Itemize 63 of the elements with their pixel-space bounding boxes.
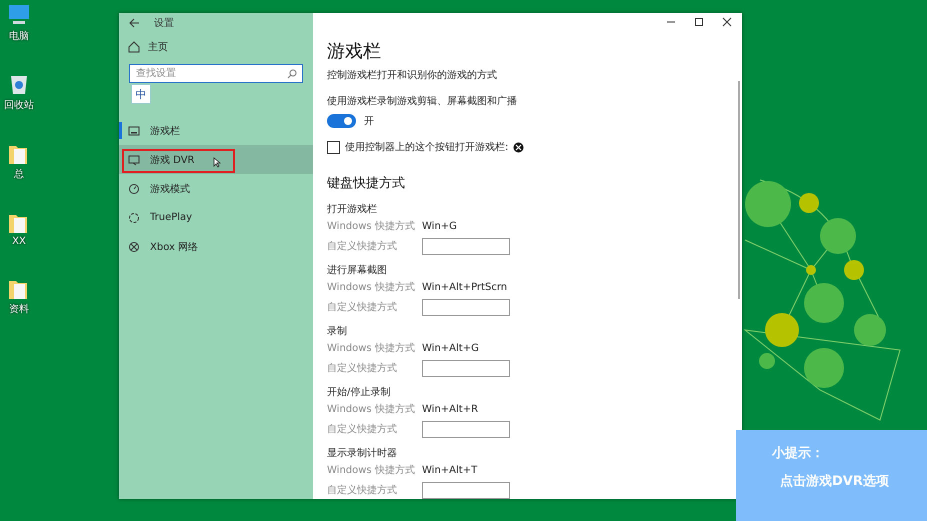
- shortcut-label: Windows 快捷方式: [327, 464, 416, 477]
- shortcut-label: Windows 快捷方式: [327, 280, 416, 294]
- icon-label[interactable]: 总: [14, 167, 24, 181]
- search-field[interactable]: 查找设置: [129, 64, 303, 83]
- input-field[interactable]: [422, 238, 510, 254]
- gauge-icon: [128, 182, 140, 194]
- shortcut-title: 进行屏幕截图: [327, 264, 388, 277]
- computer-icon[interactable]: [7, 4, 31, 27]
- shortcut-keys: Win+Alt+T: [422, 464, 478, 476]
- icon-label[interactable]: 电脑: [9, 29, 29, 43]
- page-title: 游戏栏: [327, 40, 382, 63]
- tip-title: 小提示：: [772, 445, 825, 462]
- nav-item[interactable]: 游戏模式: [119, 174, 313, 203]
- description-text: 控制游戏栏打开和识别你的游戏的方式: [327, 68, 498, 82]
- shortcut-title: 开始/停止录制: [327, 386, 392, 399]
- input-field[interactable]: [422, 298, 510, 316]
- icon-label[interactable]: 回收站: [4, 98, 34, 112]
- nav-item[interactable]: 游戏栏: [119, 116, 313, 145]
- nav-item[interactable]: Xbox 网络: [119, 232, 313, 261]
- nav-item[interactable]: TruePlay: [119, 203, 313, 232]
- section-heading: 键盘快捷方式: [327, 175, 406, 192]
- tip-text: 点击游戏DVR选项: [779, 473, 890, 490]
- input-field[interactable]: [422, 360, 510, 376]
- xbox-icon: [513, 142, 524, 152]
- shortcut-keys: Win+Alt+PrtScrn: [422, 282, 508, 292]
- circle-icon: [128, 212, 140, 224]
- shortcut-title: 打开游戏栏: [327, 202, 378, 216]
- back-arrow-icon[interactable]: [128, 18, 140, 28]
- xbox-icon: [128, 240, 140, 252]
- icon-label[interactable]: 资料: [9, 302, 29, 316]
- screen-icon: [128, 154, 140, 166]
- window-title: 设置: [154, 16, 174, 30]
- nav-item[interactable]: 游戏 DVR: [119, 145, 313, 174]
- monitor-icon: [128, 124, 140, 136]
- home-link[interactable]: 主页: [148, 40, 168, 54]
- home-icon[interactable]: [128, 41, 140, 53]
- maximize-icon[interactable]: [694, 17, 704, 27]
- scrollbar[interactable]: [738, 81, 740, 299]
- shortcut-title: 显示录制计时器: [327, 446, 398, 460]
- input-field[interactable]: [422, 420, 510, 438]
- shortcut-label: Windows 快捷方式: [327, 402, 416, 416]
- input-field[interactable]: [422, 482, 510, 498]
- shortcut-title: 录制: [327, 324, 348, 338]
- checkbox[interactable]: [327, 140, 340, 154]
- toggle-switch[interactable]: [327, 114, 356, 128]
- close-icon[interactable]: [722, 17, 732, 27]
- shortcut-label: 自定义快捷方式: [327, 362, 398, 375]
- shortcut-label: 自定义快捷方式: [327, 484, 398, 497]
- shortcut-keys: Win+Alt+G: [422, 342, 479, 354]
- toggle-state-text: 开: [364, 115, 374, 128]
- shortcut-keys: Win+G: [422, 220, 457, 232]
- shortcut-label: Windows 快捷方式: [327, 220, 416, 233]
- shortcut-label: 自定义快捷方式: [327, 240, 398, 253]
- shortcut-label: 自定义快捷方式: [327, 422, 398, 436]
- ime-indicator[interactable]: 中: [131, 84, 151, 104]
- checkbox-label: 使用控制器上的这个按钮打开游戏栏:: [345, 140, 508, 154]
- shortcut-keys: Win+Alt+R: [422, 404, 478, 414]
- mouse-cursor-icon: [212, 157, 220, 168]
- shortcut-label: 自定义快捷方式: [327, 300, 398, 314]
- shortcut-label: Windows 快捷方式: [327, 342, 416, 355]
- setting-label: 使用游戏栏录制游戏剪辑、屏幕截图和广播: [327, 94, 518, 108]
- icon-label[interactable]: XX: [12, 236, 26, 247]
- search-icon[interactable]: [287, 69, 297, 79]
